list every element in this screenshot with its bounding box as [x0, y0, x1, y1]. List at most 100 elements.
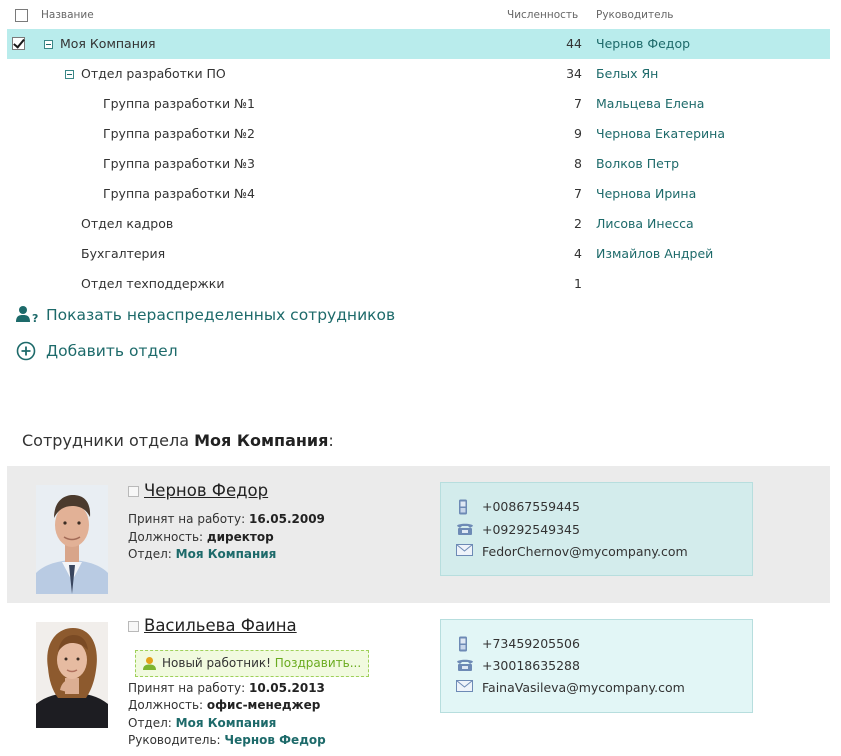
employee-department: Отдел: Моя Компания [128, 547, 276, 561]
employee-checkbox[interactable] [128, 621, 139, 632]
department-head-link[interactable]: Чернова Екатерина [596, 126, 725, 141]
department-name[interactable]: Группа разработки №3 [103, 156, 255, 171]
phone-number[interactable]: +30018635288 [482, 658, 580, 673]
department-name[interactable]: Моя Компания [60, 36, 156, 51]
department-name[interactable]: Отдел техподдержки [81, 276, 224, 291]
department-count: 9 [574, 126, 582, 141]
department-name[interactable]: Группа разработки №4 [103, 186, 255, 201]
employee-hired: Принят на работу: 10.05.2013 [128, 681, 325, 695]
desk-phone-icon [457, 523, 473, 535]
plus-circle-icon [16, 341, 36, 361]
department-count: 4 [574, 246, 582, 261]
mobile-number[interactable]: +00867559445 [482, 499, 580, 514]
position-label: Должность: [128, 698, 207, 712]
department-head-link[interactable]: Измайлов Андрей [596, 246, 713, 261]
department-name[interactable]: Группа разработки №2 [103, 126, 255, 141]
envelope-icon [456, 680, 473, 692]
department-head-link[interactable]: Мальцева Елена [596, 96, 704, 111]
employees-section-title: Сотрудники отдела Моя Компания: [22, 431, 334, 450]
department-count: 7 [574, 186, 582, 201]
employee-photo-image [36, 622, 108, 728]
department-count: 44 [566, 36, 582, 51]
collapse-icon[interactable] [44, 40, 53, 49]
congratulate-link[interactable]: Поздравить... [275, 656, 361, 670]
department-head-link[interactable]: Чернов Федор [596, 36, 690, 51]
new-employee-text: Новый работник! [162, 656, 275, 670]
select-all-checkbox[interactable] [15, 9, 28, 22]
tree-row[interactable]: Группа разработки №3 8 Волков Петр [7, 149, 830, 179]
employee-checkbox[interactable] [128, 486, 139, 497]
department-count: 8 [574, 156, 582, 171]
department-name[interactable]: Группа разработки №1 [103, 96, 255, 111]
mobile-phone-icon [459, 499, 467, 515]
email-address[interactable]: FainaVasileva@mycompany.com [482, 680, 685, 695]
department-head-link[interactable]: Волков Петр [596, 156, 679, 171]
phone-number[interactable]: +09292549345 [482, 522, 580, 537]
column-header-name[interactable]: Название [41, 9, 94, 21]
user-question-icon: ? [16, 306, 38, 325]
department-count: 7 [574, 96, 582, 111]
department-name[interactable]: Отдел разработки ПО [81, 66, 226, 81]
hired-label: Принят на работу: [128, 512, 249, 526]
tree-row[interactable]: Группа разработки №2 9 Чернова Екатерина [7, 119, 830, 149]
employee-name-link[interactable]: Васильева Фаина [144, 616, 297, 635]
envelope-icon [456, 544, 473, 556]
row-checkbox[interactable] [12, 37, 25, 50]
hired-date: 10.05.2013 [248, 681, 325, 695]
section-title-prefix: Сотрудники отдела [22, 431, 195, 450]
employee-department: Отдел: Моя Компания [128, 716, 276, 730]
add-department-label[interactable]: Добавить отдел [46, 342, 178, 360]
add-department-link[interactable]: Добавить отдел [16, 341, 178, 363]
user-icon [143, 657, 156, 670]
employee-photo[interactable] [36, 485, 108, 594]
section-title-suffix: : [328, 431, 334, 450]
department-count: 2 [574, 216, 582, 231]
department-head-link[interactable]: Лисова Инесса [596, 216, 694, 231]
department-count: 1 [574, 276, 582, 291]
mobile-number[interactable]: +73459205506 [482, 636, 580, 651]
employee-position: Должность: директор [128, 530, 274, 544]
show-unassigned-link[interactable]: ? Показать нераспределенных сотрудников [16, 305, 395, 327]
position-label: Должность: [128, 530, 207, 544]
hired-date: 16.05.2009 [248, 512, 325, 526]
mobile-phone-icon [459, 636, 467, 652]
employee-name-link[interactable]: Чернов Федор [144, 481, 268, 500]
tree-row[interactable]: Группа разработки №4 7 Чернова Ирина [7, 179, 830, 209]
email-address[interactable]: FedorChernov@mycompany.com [482, 544, 688, 559]
department-link[interactable]: Моя Компания [176, 716, 277, 730]
tree-row[interactable]: Моя Компания 44 Чернов Федор [7, 29, 830, 59]
employee-photo[interactable] [36, 622, 108, 728]
desk-phone-icon [457, 659, 473, 671]
department-name[interactable]: Бухгалтерия [81, 246, 165, 261]
column-header-head[interactable]: Руководитель [596, 9, 673, 21]
tree-row[interactable]: Отдел разработки ПО 34 Белых Ян [7, 59, 830, 89]
department-name[interactable]: Отдел кадров [81, 216, 173, 231]
department-label: Отдел: [128, 547, 176, 561]
tree-header: Название Численность Руководитель [0, 0, 830, 30]
svg-text:?: ? [32, 312, 38, 325]
tree-row[interactable]: Отдел кадров 2 Лисова Инесса [7, 209, 830, 239]
manager-link[interactable]: Чернов Федор [224, 733, 325, 747]
contacts-panel: +00867559445 +09292549345 FedorChernov@m… [440, 482, 753, 576]
new-employee-badge: Новый работник! Поздравить... [135, 650, 370, 677]
tree-row[interactable]: Отдел техподдержки 1 [7, 269, 830, 299]
employee-position: Должность: офис-менеджер [128, 698, 320, 712]
show-unassigned-label[interactable]: Показать нераспределенных сотрудников [46, 306, 395, 324]
department-head-link[interactable]: Белых Ян [596, 66, 658, 81]
collapse-icon[interactable] [65, 70, 74, 79]
contacts-panel: +73459205506 +30018635288 FainaVasileva@… [440, 619, 753, 713]
department-label: Отдел: [128, 716, 176, 730]
department-head-link[interactable]: Чернова Ирина [596, 186, 696, 201]
employee-manager: Руководитель: Чернов Федор [128, 733, 326, 747]
position-value: директор [206, 530, 274, 544]
employee-hired: Принят на работу: 16.05.2009 [128, 512, 325, 526]
department-count: 34 [566, 66, 582, 81]
tree-row[interactable]: Бухгалтерия 4 Измайлов Андрей [7, 239, 830, 269]
hired-label: Принят на работу: [128, 681, 249, 695]
employee-card: Чернов Федор Принят на работу: 16.05.200… [7, 466, 830, 603]
column-header-count[interactable]: Численность [507, 9, 578, 21]
tree-row[interactable]: Группа разработки №1 7 Мальцева Елена [7, 89, 830, 119]
employee-card: Васильева Фаина Новый работник! Поздрави… [7, 603, 830, 756]
employee-photo-image [36, 485, 108, 594]
department-link[interactable]: Моя Компания [176, 547, 277, 561]
